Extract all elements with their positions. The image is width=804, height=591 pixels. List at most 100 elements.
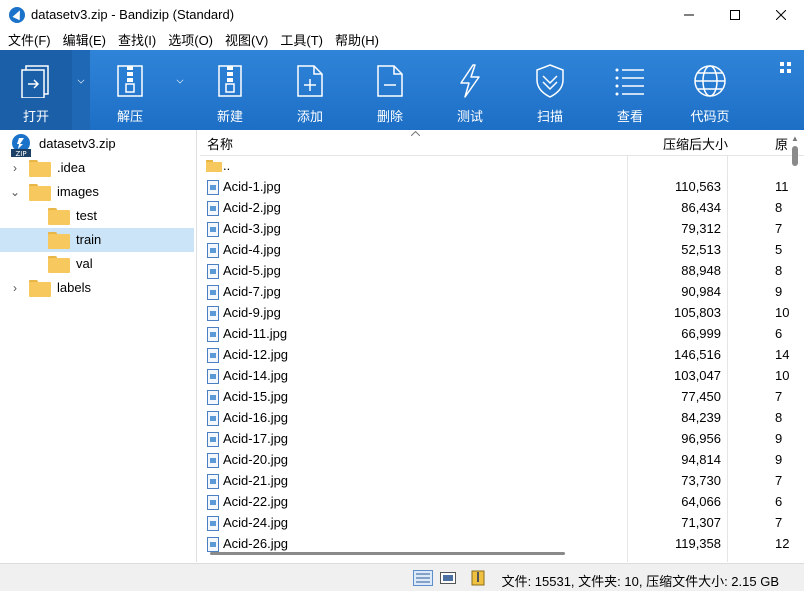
column-header-name[interactable]: 名称 [207,130,233,156]
layout-grid-icon[interactable] [780,62,792,74]
list-item[interactable]: Acid-4.jpg 52,513 5 [200,240,790,261]
chevron-down-icon[interactable]: ⌄ [10,185,20,199]
chevron-down-icon [77,76,85,84]
image-file-icon [207,180,219,195]
menu-edit[interactable]: 编辑(E) [55,30,110,49]
chevron-right-icon[interactable]: › [10,281,20,295]
list-item[interactable]: Acid-7.jpg 90,984 9 [200,282,790,303]
tree-item-idea[interactable]: › .idea [0,156,194,180]
details-view-icon[interactable] [413,570,433,586]
list-item[interactable]: Acid-3.jpg 79,312 7 [200,219,790,240]
list-item[interactable]: Acid-22.jpg 64,066 6 [200,492,790,513]
file-packed-size: 64,066 [681,494,721,509]
thumbnail-view-icon[interactable] [440,570,456,586]
menu-help[interactable]: 帮助(H) [327,30,383,49]
file-name: Acid-12.jpg [223,347,289,362]
vertical-scrollbar-thumb[interactable] [792,146,798,166]
title-bar: datasetv3.zip - Bandizip (Standard) [0,0,804,29]
tree-item-test[interactable]: test [0,204,194,228]
maximize-button[interactable] [712,0,758,29]
file-packed-size: 79,312 [681,221,721,236]
codepage-label: 代码页 [690,109,730,124]
test-label: 测试 [456,109,483,124]
file-packed-size: 86,434 [681,200,721,215]
horizontal-scrollbar-thumb[interactable] [210,552,565,555]
scan-button[interactable]: 扫描 [510,50,590,130]
delete-button[interactable]: 删除 [350,50,430,130]
file-original-size: 9 [775,284,783,299]
menu-options[interactable]: 选项(O) [160,30,217,49]
list-item[interactable]: Acid-2.jpg 86,434 8 [200,198,790,219]
delete-file-icon [377,65,403,97]
file-original-size: 6 [775,494,783,509]
file-original-size: 8 [775,200,783,215]
tree-item-images[interactable]: ⌄ images [0,180,194,204]
tree-item-val[interactable]: val [0,252,194,276]
menu-file[interactable]: 文件(F) [0,30,55,49]
file-original-size: 11 [775,179,789,194]
list-item[interactable]: Acid-16.jpg 84,239 8 [200,408,790,429]
list-item-parent[interactable]: .. [200,156,790,177]
open-dropdown-button[interactable] [72,50,90,130]
open-button[interactable]: 打开 [0,50,72,130]
column-header-original-size[interactable]: 原 [775,130,788,156]
file-original-size: 10 [775,305,790,320]
extract-dropdown-button[interactable] [170,50,190,130]
list-item[interactable]: Acid-24.jpg 71,307 7 [200,513,790,534]
archive-info-icon[interactable] [470,570,486,586]
image-file-icon [207,243,219,258]
image-file-icon [207,306,219,321]
extract-icon [117,65,143,97]
test-button[interactable]: 测试 [430,50,510,130]
menu-view[interactable]: 视图(V) [217,30,272,49]
column-header-packed-size[interactable]: 压缩后大小 [663,130,728,156]
close-button[interactable] [758,0,804,29]
folder-icon [29,184,51,201]
file-name: Acid-9.jpg [223,305,281,320]
folder-up-icon [206,160,222,172]
image-file-icon [207,474,219,489]
maximize-icon [730,9,740,20]
menu-find[interactable]: 查找(I) [110,30,160,49]
new-button[interactable]: 新建 [190,50,270,130]
folder-icon [29,280,51,297]
file-original-size: 10 [775,368,790,383]
codepage-button[interactable]: 代码页 [670,50,750,130]
folder-icon [48,232,70,249]
list-item[interactable]: Acid-14.jpg 103,047 10 [200,366,790,387]
list-item[interactable]: Acid-17.jpg 96,956 9 [200,429,790,450]
chevron-right-icon[interactable]: › [10,161,20,175]
tree-item-label: val [76,256,93,271]
file-packed-size: 84,239 [681,410,721,425]
menu-tools[interactable]: 工具(T) [272,30,327,49]
list-item[interactable]: Acid-9.jpg 105,803 10 [200,303,790,324]
shield-icon [536,64,564,98]
folder-tree: ZIP datasetv3.zip › .idea ⌄ images test … [0,130,197,562]
image-file-icon [207,348,219,363]
image-file-icon [207,495,219,510]
list-item[interactable]: Acid-21.jpg 73,730 7 [200,471,790,492]
add-button[interactable]: 添加 [270,50,350,130]
minimize-button[interactable] [666,0,712,29]
open-icon [21,65,49,98]
lightning-icon [460,64,480,98]
list-item[interactable]: Acid-20.jpg 94,814 9 [200,450,790,471]
list-item[interactable]: Acid-5.jpg 88,948 8 [200,261,790,282]
extract-button[interactable]: 解压 [90,50,170,130]
view-button[interactable]: 查看 [590,50,670,130]
scroll-up-arrow-icon[interactable]: ▲ [791,134,799,143]
file-name: Acid-4.jpg [223,242,281,257]
file-name: Acid-1.jpg [223,179,281,194]
tree-item-labels[interactable]: › labels [0,276,194,300]
folder-icon [29,160,51,177]
list-item[interactable]: Acid-15.jpg 77,450 7 [200,387,790,408]
list-item[interactable]: Acid-12.jpg 146,516 14 [200,345,790,366]
file-name: Acid-24.jpg [223,515,289,530]
tree-item-label: images [57,184,99,199]
list-item[interactable]: Acid-11.jpg 66,999 6 [200,324,790,345]
image-file-icon [207,453,219,468]
list-item[interactable]: Acid-1.jpg 110,563 11 [200,177,790,198]
tree-item-train[interactable]: train [0,228,194,252]
tree-root[interactable]: ZIP datasetv3.zip [0,132,194,157]
image-file-icon [207,222,219,237]
